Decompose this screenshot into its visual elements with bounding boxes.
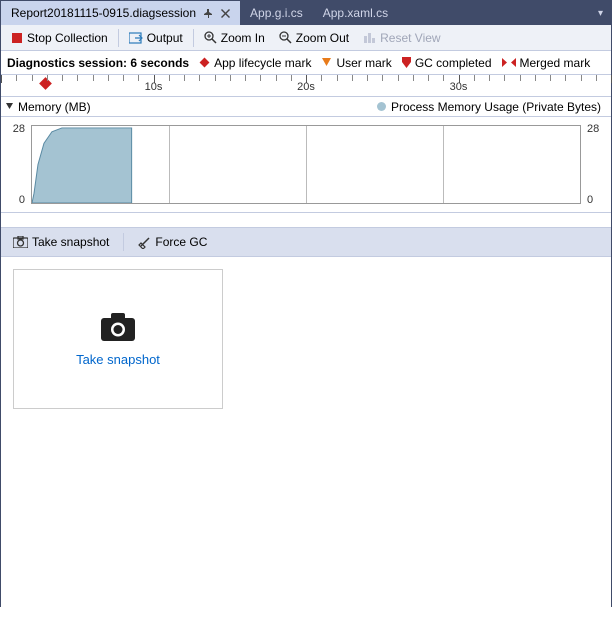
y-tick: 0 [19,194,25,206]
legend-label: User mark [336,56,391,70]
camera-icon [13,236,28,248]
y-axis-right: 28 0 [583,117,611,212]
merged-icon [502,57,516,68]
reset-view-icon [363,31,376,44]
diamond-red-icon [199,57,210,68]
camera-large-icon [100,312,136,342]
legend-label: GC completed [415,56,492,70]
legend-gc: GC completed [402,56,492,70]
button-label: Take snapshot [32,235,109,249]
take-snapshot-button[interactable]: Take snapshot [7,233,115,251]
snapshot-tile-label: Take snapshot [76,352,160,367]
memory-header[interactable]: Memory (MB) Process Memory Usage (Privat… [1,97,611,117]
memory-chart[interactable]: 28 0 28 0 [1,117,611,213]
collapse-caret-icon[interactable] [5,102,14,111]
legend-merged: Merged mark [502,56,591,70]
toolbar-label: Output [147,31,183,45]
session-info-bar: Diagnostics session: 6 seconds App lifec… [1,51,611,75]
triangle-orange-icon [321,57,332,68]
tab-app-xaml-cs[interactable]: App.xaml.cs [313,1,398,25]
output-icon [129,32,143,44]
separator [123,233,124,251]
ruler-label: 20s [297,81,315,93]
toolbar-label: Reset View [380,31,440,45]
legend-user: User mark [321,56,391,70]
stop-collection-button[interactable]: Stop Collection [5,29,114,47]
ruler-label: 10s [145,81,163,93]
session-label: Diagnostics session: 6 seconds [7,56,189,70]
area-fill [32,126,580,203]
toolbar: Stop Collection Output Zoom In Zoom Out … [1,25,611,51]
lifecycle-marker [39,77,52,90]
legend-label: Process Memory Usage (Private Bytes) [391,100,601,114]
zoom-in-button[interactable]: Zoom In [198,29,271,47]
legend-label: App lifecycle mark [214,56,311,70]
plot-area [31,125,581,204]
tab-overflow-caret-icon[interactable]: ▾ [598,8,603,19]
legend-lifecycle: App lifecycle mark [199,56,311,70]
time-ruler[interactable]: 10s 20s 30s [1,75,611,97]
tab-strip: Report20181115-0915.diagsession App.g.i.… [1,1,611,25]
force-gc-button[interactable]: Force GC [132,233,213,251]
take-snapshot-tile[interactable]: Take snapshot [13,269,223,409]
output-button[interactable]: Output [123,29,189,47]
tab-label: App.xaml.cs [323,6,388,20]
tab-label: App.g.i.cs [250,6,303,20]
y-axis-left: 28 0 [1,117,29,212]
snapshot-panel: Take snapshot [1,257,611,623]
y-tick: 28 [13,123,25,135]
action-bar: Take snapshot Force GC [1,227,611,257]
memory-series-legend: Process Memory Usage (Private Bytes) [376,100,601,114]
circle-blue-icon [376,101,387,112]
broom-icon [138,236,151,249]
legend-label: Merged mark [520,56,591,70]
shield-red-icon [402,57,411,68]
y-tick: 0 [587,194,593,206]
toolbar-label: Zoom In [221,31,265,45]
button-label: Force GC [155,235,207,249]
zoom-out-button[interactable]: Zoom Out [273,29,355,47]
tab-app-g-i-cs[interactable]: App.g.i.cs [240,1,313,25]
pin-icon[interactable] [204,9,213,18]
ruler-label: 30s [450,81,468,93]
tab-diagsession[interactable]: Report20181115-0915.diagsession [1,1,240,25]
y-tick: 28 [587,123,599,135]
separator [118,29,119,47]
close-icon[interactable] [221,9,230,18]
zoom-in-icon [204,31,217,44]
toolbar-label: Stop Collection [27,31,108,45]
memory-section: Memory (MB) Process Memory Usage (Privat… [1,97,611,213]
zoom-out-icon [279,31,292,44]
toolbar-label: Zoom Out [296,31,349,45]
separator [193,29,194,47]
stop-icon [11,32,23,44]
tab-label: Report20181115-0915.diagsession [11,6,196,20]
memory-title: Memory (MB) [18,100,91,114]
reset-view-button: Reset View [357,29,446,47]
